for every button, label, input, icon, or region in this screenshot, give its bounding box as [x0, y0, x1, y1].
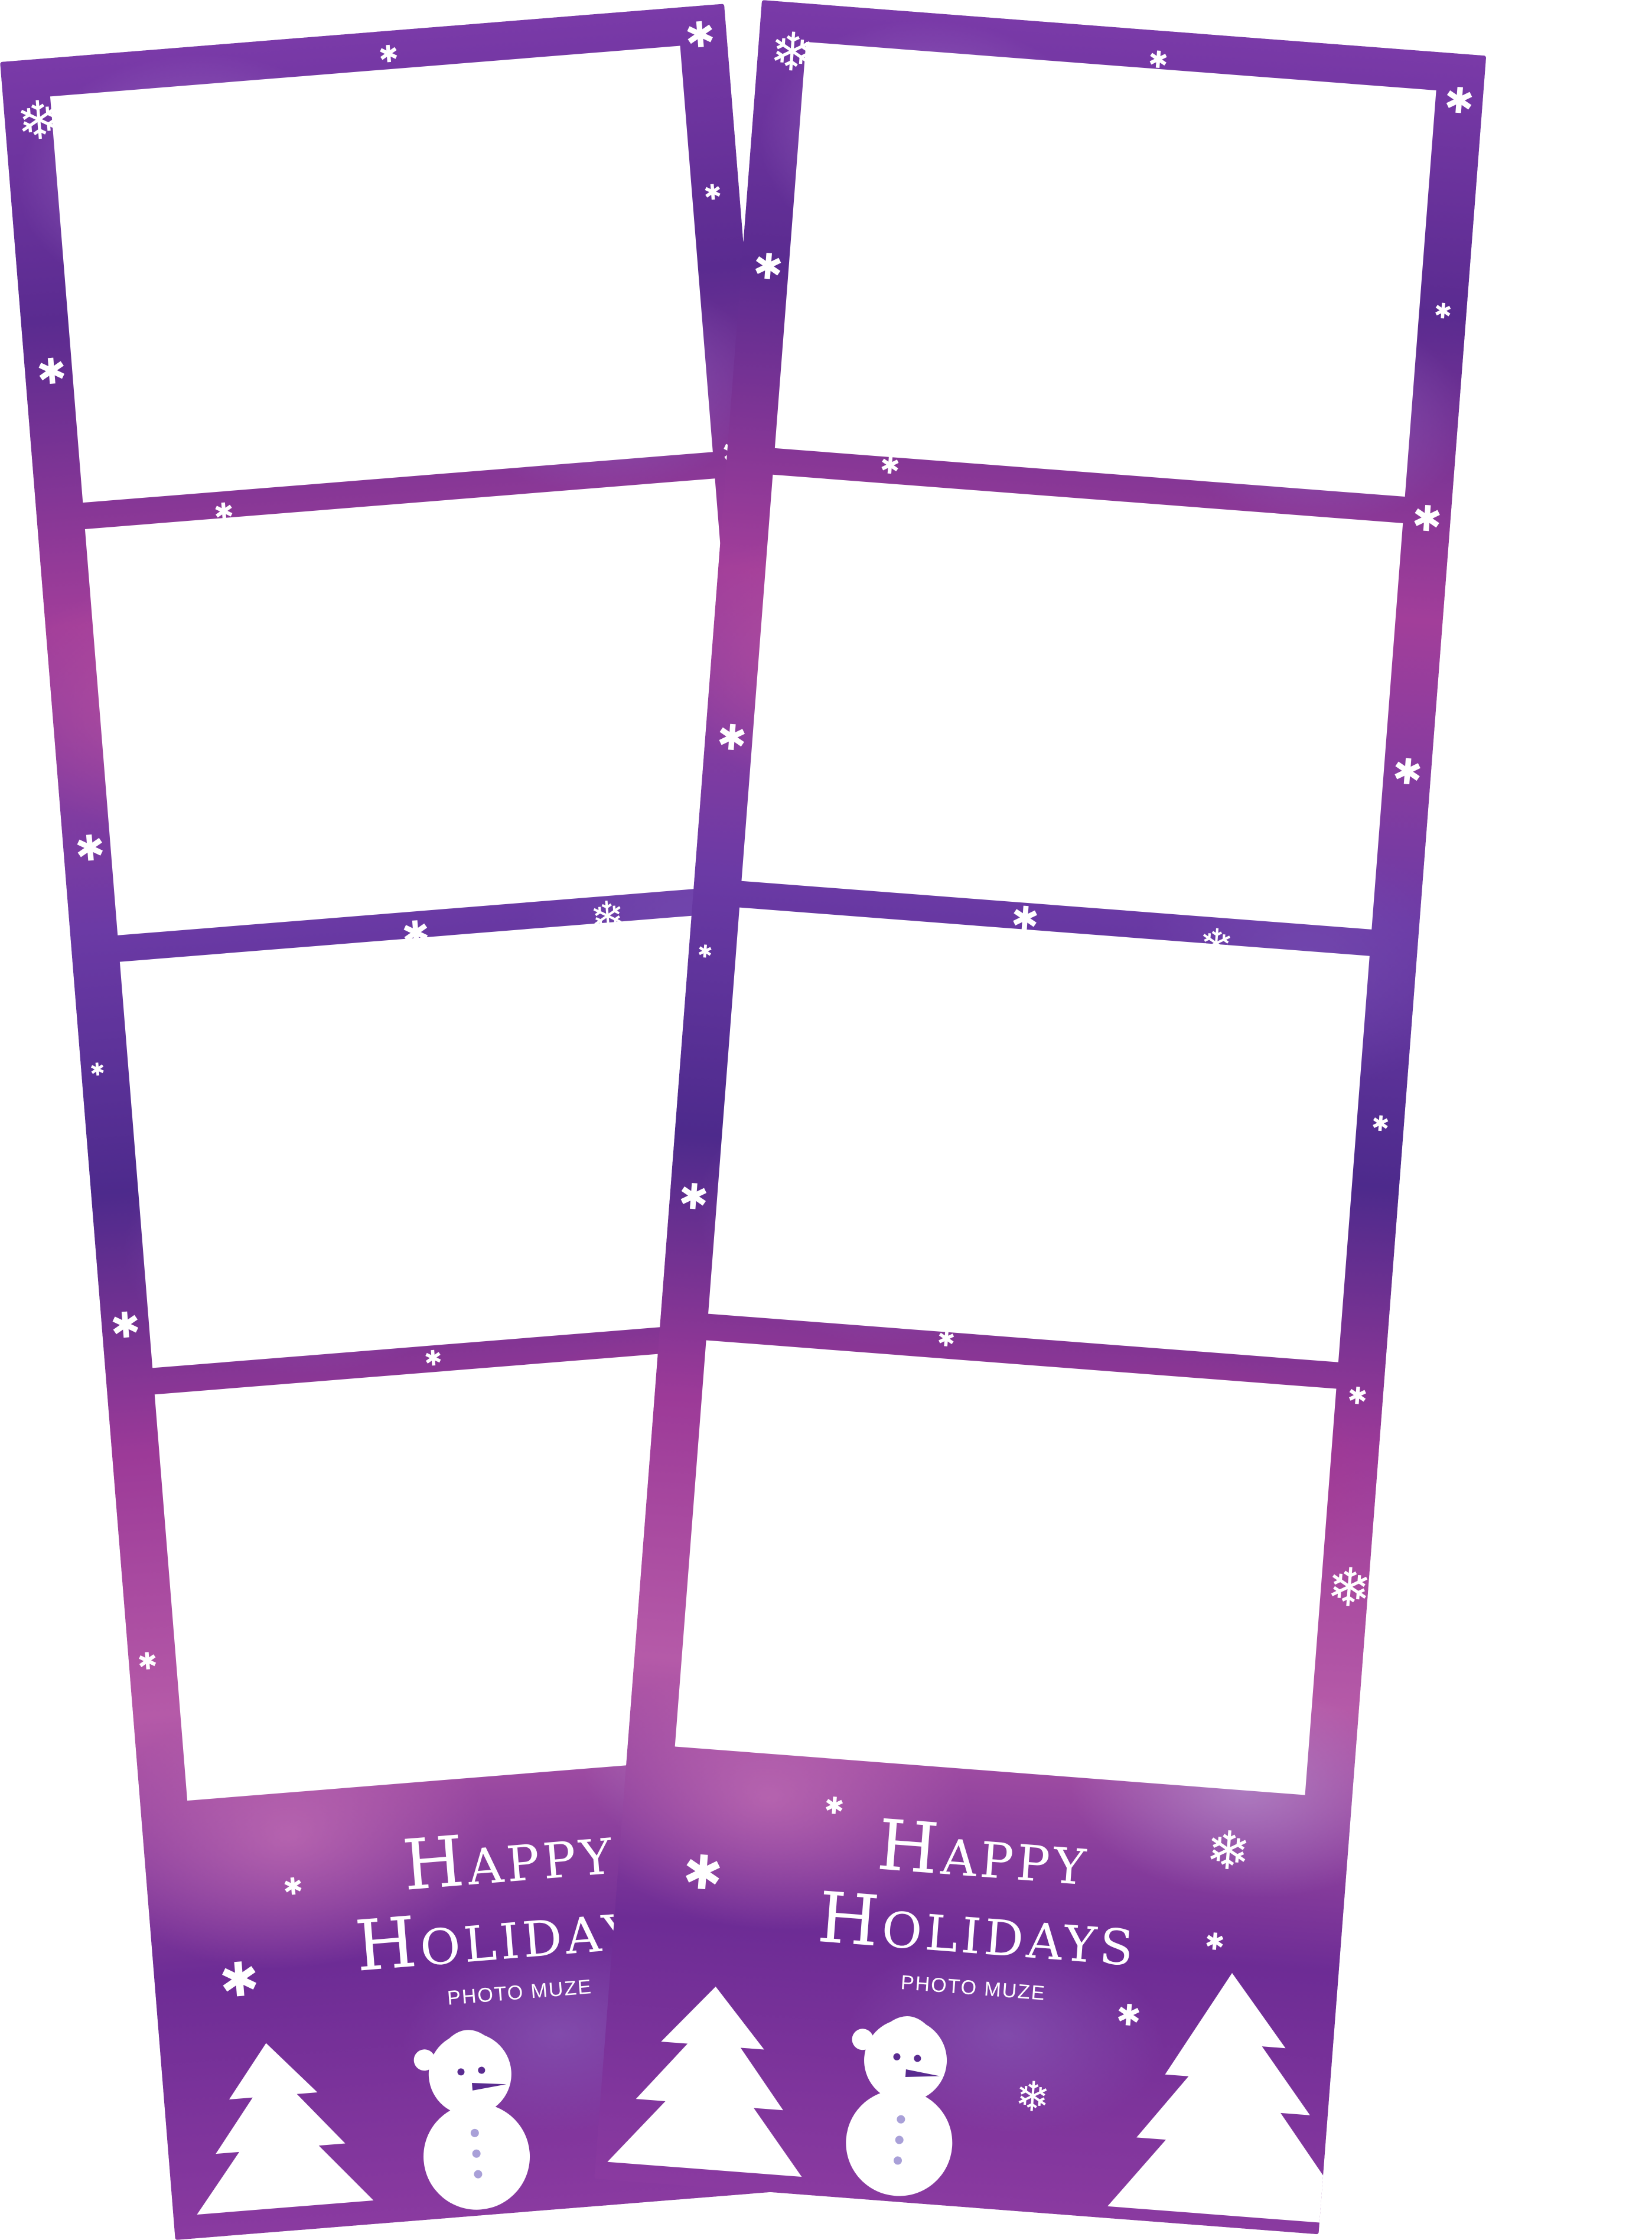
- snowflake-icon: ✱: [1442, 79, 1476, 123]
- snowflake-icon: ✱: [683, 13, 717, 57]
- snowflake-icon: ✱: [1410, 497, 1444, 541]
- snowflake-icon: ❄: [767, 19, 817, 85]
- snowflake-icon: ✱: [1346, 1382, 1368, 1411]
- snowflake-icon: ✱: [89, 1059, 106, 1081]
- snowflake-icon: ✱: [1147, 45, 1169, 74]
- snowflake-icon: ✱: [377, 40, 400, 69]
- snowflake-icon: ✱: [400, 913, 432, 954]
- snowman-icon: [846, 2016, 953, 2196]
- snowflake-icon: ✱: [936, 1326, 956, 1352]
- snowflake-icon: ✱: [696, 941, 713, 963]
- snowflake-icon: ✱: [879, 451, 901, 481]
- christmas-tree-icon: [607, 1986, 802, 2177]
- snowflake-icon: ❄: [14, 88, 64, 154]
- snowflake-icon: ✱: [136, 1647, 159, 1676]
- snowflake-icon: ✱: [109, 1303, 142, 1348]
- photo-slot-1: [50, 45, 713, 503]
- snowflake-icon: ❄: [588, 891, 627, 943]
- snowflake-icon: ✱: [73, 827, 107, 870]
- greeting-footer: ✱ ✱ ❄ ✱ ✱ ❄ Happy Holidays PHOTO MUZE: [594, 1766, 1350, 2234]
- snowflake-icon: ✱: [1391, 750, 1424, 794]
- snowflake-icon: ✱: [35, 350, 69, 394]
- photo-slot-3: [708, 907, 1370, 1362]
- snowflake-icon: ✱: [1433, 298, 1453, 325]
- photo-slot-1: [774, 41, 1436, 497]
- snowflake-icon: ❄: [1013, 2071, 1052, 2122]
- christmas-tree-icon: [197, 2043, 374, 2215]
- snowflake-icon: ❄: [1197, 918, 1236, 970]
- snowflake-icon: ✱: [1370, 1111, 1390, 1137]
- photo-slot-2: [84, 478, 748, 935]
- snowflake-icon: ✱: [677, 1175, 711, 1219]
- snowman-icon: [413, 2030, 530, 2210]
- snowflake-icon: ✱: [1009, 899, 1041, 940]
- snowflake-icon: ✱: [751, 245, 785, 289]
- snowflake-icon: ✱: [703, 180, 723, 206]
- photo-slot-4: [675, 1340, 1337, 1795]
- snowflake-icon: ✱: [213, 497, 235, 527]
- snowflake-icon: ✱: [715, 716, 748, 760]
- photo-slot-2: [741, 474, 1403, 930]
- snowflake-icon: ❄: [1324, 1555, 1374, 1621]
- snowflake-icon: ✱: [423, 1346, 444, 1372]
